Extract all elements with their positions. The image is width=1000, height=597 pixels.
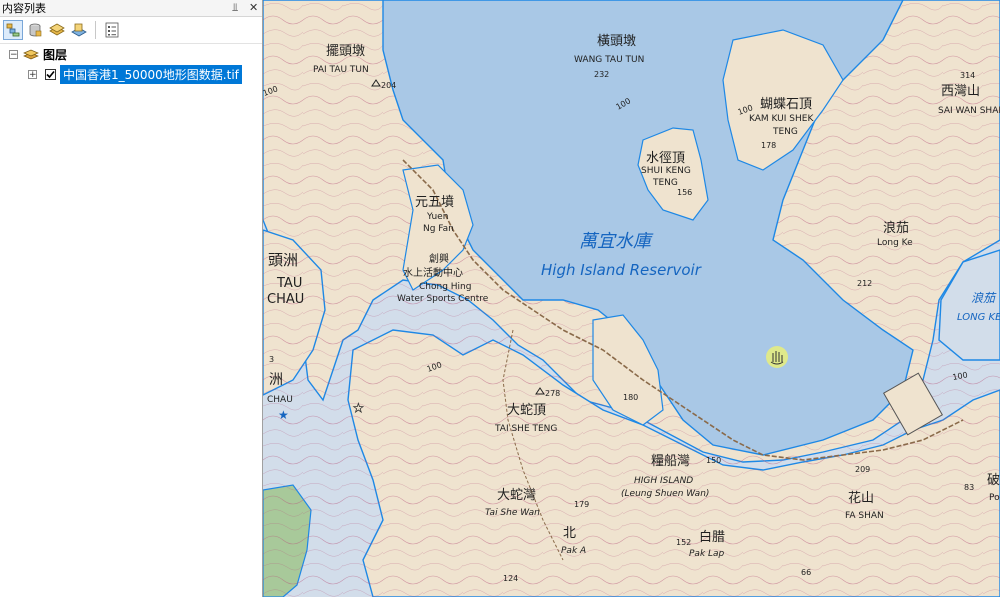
- place-label: Po: [989, 493, 1000, 503]
- list-by-selection-button[interactable]: [69, 20, 89, 40]
- place-label: (Leung Shuen Wan): [621, 489, 709, 499]
- place-label: TENG: [772, 127, 798, 137]
- reservoir-name-cn: 萬宜水庫: [579, 231, 654, 252]
- place-label: CHAU: [267, 292, 304, 307]
- options-icon: [105, 22, 119, 38]
- place-label: PAI TAU TUN: [313, 65, 369, 75]
- list-by-drawing-order-button[interactable]: [3, 20, 23, 40]
- place-label: TENG: [652, 178, 678, 188]
- place-label: 水徑頂: [646, 151, 685, 166]
- height-label: 278: [545, 389, 560, 398]
- place-label: Tai She Wan: [485, 508, 540, 518]
- tree-root-row: − 图层: [0, 44, 262, 64]
- place-label: 北: [563, 526, 576, 541]
- list-by-selection-icon: [71, 23, 87, 37]
- toc-toolbar: [0, 17, 262, 44]
- list-by-source-icon: [29, 23, 42, 37]
- height-label: 124: [503, 574, 518, 583]
- place-label: Yuen: [426, 212, 448, 222]
- place-label: 元五墳: [415, 195, 454, 210]
- place-label: 蝴蝶石頂: [760, 97, 812, 112]
- place-label: Long Ke: [877, 238, 913, 248]
- height-label: 314: [960, 71, 975, 80]
- place-label: 橫頭墩: [597, 34, 636, 49]
- place-label: Ng Fan: [423, 224, 454, 234]
- place-label: 水上活動中心: [403, 266, 463, 279]
- layers-root-label[interactable]: 图层: [43, 46, 67, 63]
- panel-title: 内容列表: [2, 2, 46, 15]
- bay-name-en: LONG KE: [957, 312, 1000, 323]
- place-label: SHUI KENG: [641, 166, 691, 176]
- height-label: 204: [381, 81, 396, 90]
- pan-hand-cursor-icon: [766, 346, 788, 368]
- layer-tree: − 图层 + 中国香港1_50000地形图数据.tif: [0, 44, 262, 84]
- collapse-icon[interactable]: −: [9, 49, 18, 59]
- list-by-visibility-icon: [49, 23, 65, 36]
- height-label: 232: [594, 70, 609, 79]
- expand-icon[interactable]: +: [28, 69, 37, 79]
- layer-name-label[interactable]: 中国香港1_50000地形图数据.tif: [60, 64, 242, 84]
- table-of-contents-panel: 内容列表 ⫫ ✕ − 图层 + 中国香港1_50000地形图数据.tif: [0, 0, 263, 597]
- height-label: 3: [269, 355, 274, 364]
- place-label: TAU: [276, 276, 302, 291]
- height-label: 152: [676, 538, 691, 547]
- place-label: Pak A: [561, 546, 586, 556]
- height-label: 178: [761, 141, 776, 150]
- place-label: 頭洲: [268, 251, 298, 269]
- place-label: 創興: [429, 253, 449, 265]
- place-label: WANG TAU TUN: [574, 55, 644, 65]
- reservoir-name-en: High Island Reservoir: [541, 261, 702, 279]
- place-label: 西灣山: [941, 84, 980, 99]
- place-label: Water Sports Centre: [397, 294, 489, 304]
- close-icon[interactable]: ✕: [249, 1, 258, 14]
- place-label: 破: [987, 473, 1000, 488]
- list-by-drawing-order-icon: [6, 23, 20, 37]
- height-label: 150: [706, 456, 721, 465]
- place-label: Chong Hing: [419, 282, 471, 292]
- place-label: 糧船灣: [651, 454, 690, 469]
- place-label: FA SHAN: [845, 511, 884, 521]
- pin-icon[interactable]: ⫫: [232, 1, 238, 15]
- place-label: KAM KUI SHEK: [749, 114, 814, 124]
- height-label: 212: [857, 279, 872, 288]
- height-label: 209: [855, 465, 870, 474]
- place-label: TAI SHE TENG: [494, 424, 557, 434]
- tree-layer-row: + 中国香港1_50000地形图数据.tif: [0, 64, 262, 84]
- place-label: 大蛇灣: [497, 488, 536, 503]
- toolbar-separator: [95, 21, 96, 39]
- place-label: SAI WAN SHAN: [938, 106, 1000, 116]
- star-icon: ★: [278, 408, 289, 422]
- layer-visibility-checkbox[interactable]: [45, 68, 56, 80]
- panel-title-bar: 内容列表 ⫫ ✕: [0, 0, 262, 17]
- map-canvas[interactable]: 100 100 100 100 100 擺頭墩 PAI TAU TUN 204 …: [263, 0, 1000, 597]
- place-label: 大蛇頂: [507, 403, 546, 418]
- place-label: 花山: [848, 490, 874, 506]
- height-label: 83: [964, 483, 974, 492]
- list-by-visibility-button[interactable]: [47, 20, 67, 40]
- height-label: 66: [801, 568, 811, 577]
- height-label: 156: [677, 188, 692, 197]
- place-label: Pak Lap: [689, 549, 725, 559]
- map-view[interactable]: 100 100 100 100 100 擺頭墩 PAI TAU TUN 204 …: [263, 0, 1000, 597]
- options-button[interactable]: [102, 20, 122, 40]
- star-icon: ★: [353, 401, 364, 415]
- height-label: 179: [574, 500, 589, 509]
- height-label: 180: [623, 393, 638, 402]
- place-label: CHAU: [267, 395, 293, 405]
- bay-name-cn: 浪茄: [971, 291, 997, 305]
- layers-icon: [23, 49, 39, 60]
- list-by-source-button[interactable]: [25, 20, 45, 40]
- place-label: 擺頭墩: [326, 44, 365, 59]
- place-label: 白腊: [699, 529, 725, 545]
- place-label: 浪茄: [883, 221, 909, 236]
- checkmark-icon: [46, 70, 55, 78]
- place-label: 洲: [269, 372, 283, 388]
- place-label: HIGH ISLAND: [634, 476, 693, 486]
